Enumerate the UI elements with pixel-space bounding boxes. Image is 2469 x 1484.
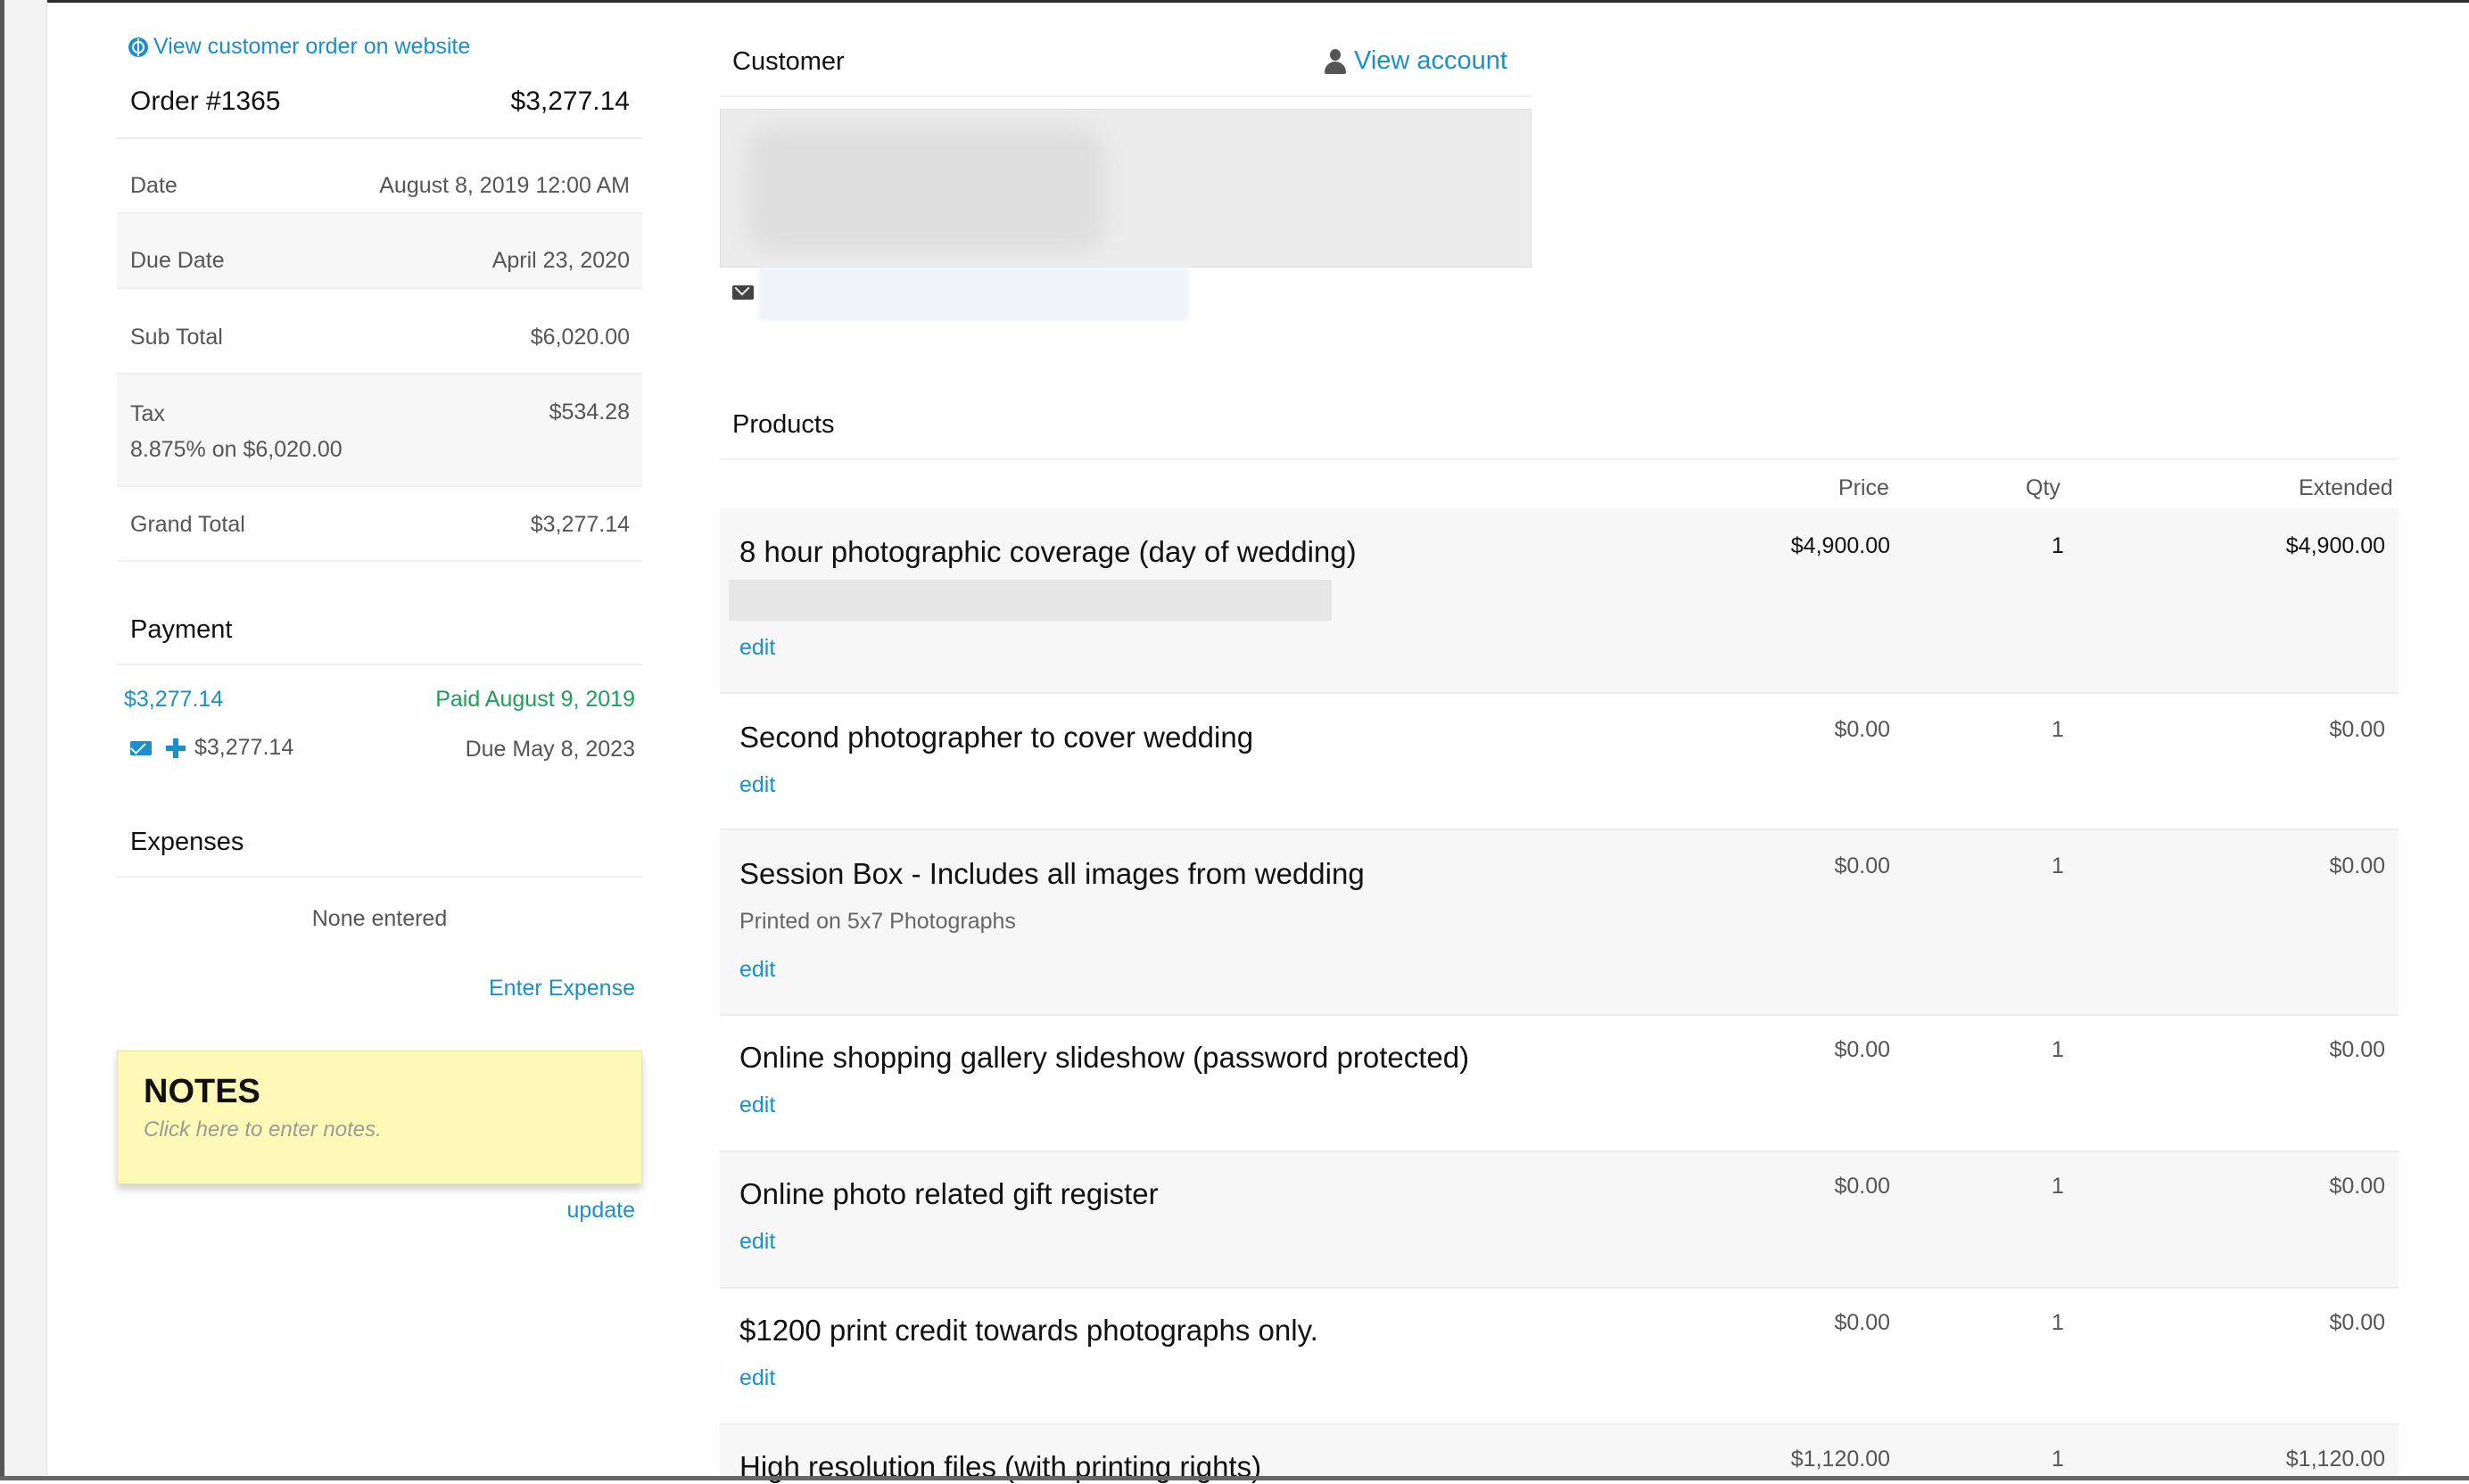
payment-amount-link[interactable]: $3,277.14 [124, 687, 223, 713]
order-number: Order #1365 [130, 87, 281, 116]
update-notes-link[interactable]: update [567, 1198, 635, 1224]
product-name: Session Box - Includes all images from w… [739, 857, 1365, 890]
summary-value: $3,277.14 [530, 512, 630, 537]
top-border [0, 0, 2469, 3]
product-qty: 1 [2052, 1037, 2064, 1062]
pending-payment: $3,277.14 [130, 735, 293, 761]
edit-link[interactable]: edit [739, 1229, 775, 1255]
divider [117, 664, 642, 665]
product-extended: $0.00 [2329, 1174, 2385, 1199]
product-price: $4,900.00 [1790, 533, 1890, 558]
summary-row-due-date: Due Date April 23, 2020 [117, 214, 642, 289]
expenses-empty: None entered [311, 906, 448, 931]
edit-link[interactable]: edit [739, 957, 775, 983]
summary-value: $6,020.00 [530, 325, 630, 350]
summary-label: Sub Total [130, 325, 223, 350]
summary-row-tax: Tax $534.28 8.875% on $6,020.00 [117, 375, 642, 487]
product-qty: 1 [2052, 1310, 2064, 1335]
summary-row-subtotal: Sub Total $6,020.00 [117, 289, 642, 375]
product-row: 8 hour photographic coverage (day of wed… [720, 508, 2399, 694]
product-price: $0.00 [1834, 717, 1890, 742]
product-price: $0.00 [1834, 1174, 1890, 1199]
product-row: Online shopping gallery slideshow (passw… [720, 1016, 2399, 1152]
product-qty: 1 [2052, 717, 2064, 742]
pending-amount: $3,277.14 [194, 735, 294, 760]
summary-row-grand-total: Grand Total $3,277.14 [117, 487, 642, 562]
enter-expense-link[interactable]: Enter Expense [489, 976, 635, 1002]
plus-icon[interactable] [166, 738, 186, 758]
column-header-qty: Qty [2026, 475, 2060, 500]
product-description: Printed on 5x7 Photographs [739, 909, 1016, 934]
product-extended: $0.00 [2329, 853, 2385, 878]
column-header-price: Price [1838, 475, 1889, 500]
redacted-blur [729, 580, 1332, 621]
summary-label: Grand Total [130, 512, 245, 537]
product-name: Online photo related gift register [739, 1177, 1159, 1210]
product-row: Online photo related gift register edit … [720, 1152, 2399, 1289]
summary-label: Tax [130, 401, 165, 426]
product-extended: $0.00 [2329, 717, 2385, 742]
edit-link[interactable]: edit [739, 1365, 775, 1391]
summary-value: April 23, 2020 [491, 248, 630, 273]
email-icon[interactable] [130, 740, 152, 755]
payment-title: Payment [130, 615, 233, 644]
summary-value: $534.28 [549, 400, 630, 425]
divider [720, 95, 1532, 97]
product-qty: 1 [2052, 1174, 2064, 1199]
bottom-border [0, 1476, 2469, 1480]
product-row: Session Box - Includes all images from w… [720, 830, 2399, 1016]
redacted-blur [747, 128, 1104, 252]
edit-link[interactable]: edit [739, 635, 775, 661]
product-name: $1200 print credit towards photographs o… [739, 1314, 1318, 1347]
product-price: $0.00 [1834, 853, 1890, 878]
globe-icon [128, 37, 148, 57]
product-extended: $0.00 [2329, 1310, 2385, 1335]
product-price: $1,120.00 [1790, 1447, 1890, 1472]
customer-title: Customer [732, 47, 845, 76]
view-account-link[interactable]: View account [1324, 46, 1507, 76]
summary-value: August 8, 2019 12:00 AM [379, 173, 630, 198]
product-name: Online shopping gallery slideshow (passw… [739, 1041, 1470, 1074]
notes-placeholder[interactable]: Click here to enter notes. [144, 1117, 382, 1142]
summary-label: Date [130, 173, 178, 198]
view-website-label: View customer order on website [153, 34, 471, 59]
product-qty: 1 [2052, 533, 2064, 558]
edit-link[interactable]: edit [739, 772, 775, 798]
product-extended: $1,120.00 [2285, 1447, 2385, 1472]
product-price: $0.00 [1834, 1037, 1890, 1062]
order-total: $3,277.14 [510, 87, 630, 116]
divider [117, 876, 642, 878]
product-name: 8 hour photographic coverage (day of wed… [739, 535, 1357, 568]
product-row: High resolution files (with printing rig… [720, 1425, 2399, 1483]
notes-title: NOTES [144, 1073, 260, 1110]
product-price: $0.00 [1834, 1310, 1890, 1335]
product-extended: $0.00 [2329, 1037, 2385, 1062]
product-extended: $4,900.00 [2285, 533, 2385, 558]
divider [720, 458, 2399, 460]
products-title: Products [732, 410, 835, 439]
tax-rate: 8.875% on $6,020.00 [130, 437, 343, 462]
column-header-extended: Extended [2299, 475, 2393, 500]
summary-label: Due Date [130, 248, 225, 273]
customer-email-redacted [758, 268, 1189, 321]
email-icon [732, 285, 754, 300]
product-row: Second photographer to cover wedding edi… [720, 694, 2399, 830]
user-icon [1324, 48, 1347, 74]
product-qty: 1 [2052, 853, 2064, 878]
edit-link[interactable]: edit [739, 1092, 775, 1118]
payment-status: Paid August 9, 2019 [435, 687, 635, 712]
product-qty: 1 [2052, 1447, 2064, 1472]
product-row: $1200 print credit towards photographs o… [720, 1289, 2399, 1425]
pending-due-date: Due May 8, 2023 [465, 737, 635, 762]
view-website-link[interactable]: View customer order on website [128, 34, 470, 60]
summary-row-date: Date August 8, 2019 12:00 AM [117, 139, 642, 214]
expenses-title: Expenses [130, 828, 244, 856]
customer-details-redacted [720, 109, 1532, 268]
left-gutter [0, 0, 47, 1480]
product-name: Second photographer to cover wedding [739, 721, 1254, 754]
view-account-label: View account [1354, 46, 1507, 75]
window-edge [0, 0, 4, 1480]
notes-box[interactable]: NOTES Click here to enter notes. [117, 1051, 642, 1184]
order-header: Order #1365 $3,277.14 [117, 80, 642, 139]
